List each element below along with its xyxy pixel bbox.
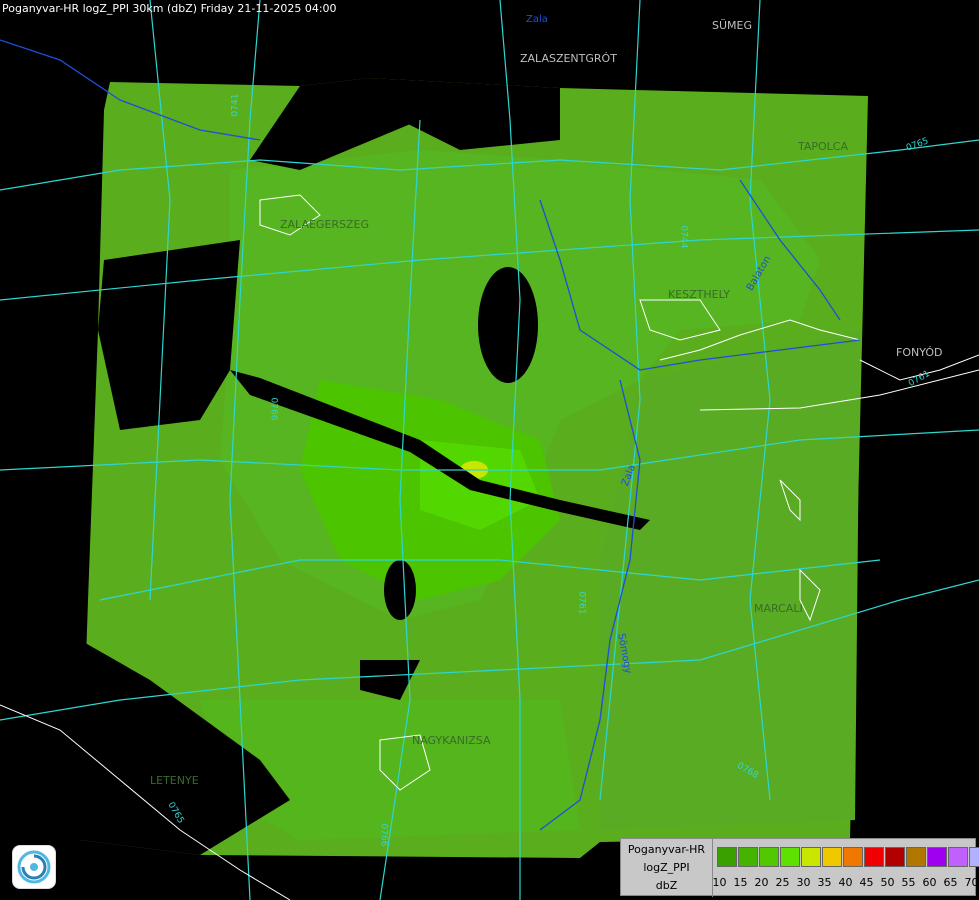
- legend-line3: dbZ: [655, 879, 678, 892]
- legend-tick: 55: [901, 876, 916, 889]
- legend-tick: 50: [880, 876, 895, 889]
- legend-swatch: [717, 847, 737, 867]
- legend-tick: 15: [733, 876, 748, 889]
- place-tapolca: TAPOLCA: [798, 140, 849, 153]
- legend-tick: 45: [859, 876, 874, 889]
- legend-swatch: [906, 847, 926, 867]
- no-echo-hole-center: [384, 560, 416, 620]
- legend-tick: 60: [922, 876, 937, 889]
- road-label: 0766: [378, 823, 389, 847]
- legend-line1: Poganyvar-HR: [627, 843, 706, 856]
- legend-tick: 40: [838, 876, 853, 889]
- legend-name: Poganyvar-HR logZ_PPI dbZ: [621, 839, 713, 897]
- radar-logo: [12, 845, 56, 889]
- legend-swatch: [822, 847, 842, 867]
- place-letenye: LETENYE: [150, 774, 199, 787]
- swirl-logo-icon: [17, 850, 51, 884]
- place-keszthely: KESZTHELY: [668, 288, 731, 301]
- place-nagykanizsa: NAGYKANIZSA: [412, 734, 491, 747]
- road-label: 0741: [230, 93, 241, 117]
- radar-map[interactable]: [0, 0, 979, 900]
- legend-swatches: [717, 847, 979, 867]
- legend-swatch: [969, 847, 979, 867]
- legend-swatch: [843, 847, 863, 867]
- legend-ticks: 10 15 20 25 30 35 40 45 50 55 60 65 70: [709, 876, 979, 889]
- legend-tick: 35: [817, 876, 832, 889]
- road-label: 0744: [678, 225, 689, 249]
- legend-tick: 65: [943, 876, 958, 889]
- legend-swatch: [948, 847, 968, 867]
- legend-swatch: [780, 847, 800, 867]
- legend-tick: 20: [754, 876, 769, 889]
- place-zalaszentgrot: ZALASZENTGRÓT: [520, 52, 617, 65]
- legend-swatch: [864, 847, 884, 867]
- place-zalaegerszeg: ZALAEGERSZEG: [280, 218, 370, 231]
- legend-swatch: [927, 847, 947, 867]
- place-sumeg: SÜMEG: [712, 19, 752, 32]
- legend-line2: logZ_PPI: [643, 861, 690, 874]
- legend-tick: 10: [712, 876, 727, 889]
- legend-swatch: [801, 847, 821, 867]
- no-echo-hole-north: [478, 267, 538, 383]
- legend-swatch: [759, 847, 779, 867]
- road-label: 0761: [576, 591, 587, 615]
- map-title: Poganyvar-HR logZ_PPI 30km (dbZ) Friday …: [2, 2, 337, 15]
- legend-swatch: [885, 847, 905, 867]
- dbz-legend: Poganyvar-HR logZ_PPI dbZ 10 15 20 25 30 35 40…: [620, 838, 979, 897]
- legend-tick: 70: [964, 876, 979, 889]
- river-label-zala-north: Zala: [526, 14, 548, 25]
- legend-tick: 30: [796, 876, 811, 889]
- place-fonyod: FONYÓD: [896, 346, 943, 359]
- road-label: 0766: [268, 397, 279, 421]
- place-marcali: MARCALI: [754, 602, 803, 615]
- legend-swatch: [738, 847, 758, 867]
- legend-tick: 25: [775, 876, 790, 889]
